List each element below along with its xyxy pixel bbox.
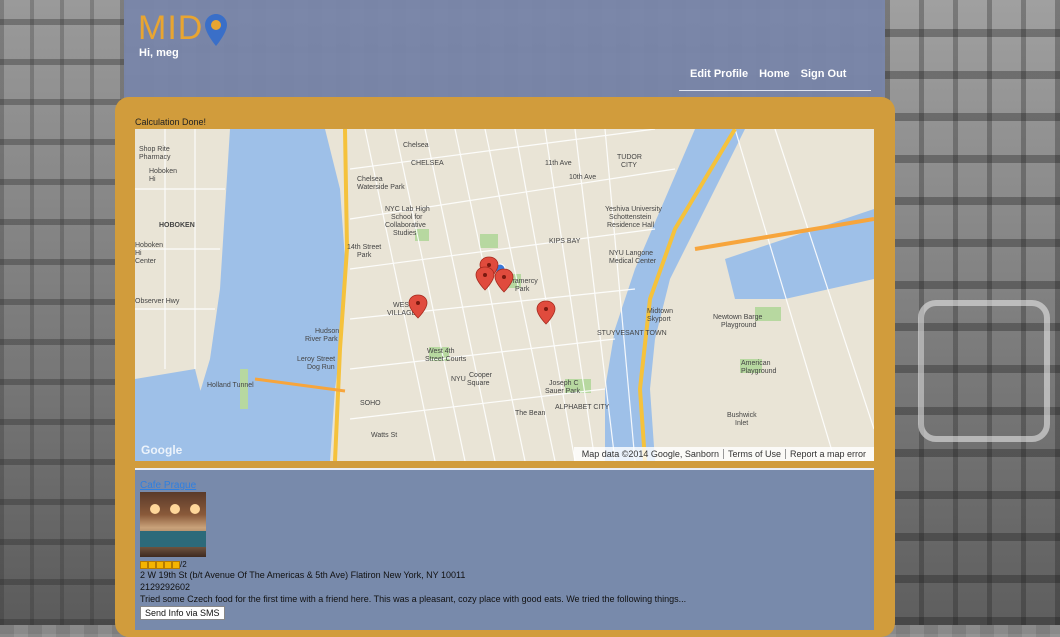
svg-text:School for: School for [391, 214, 423, 221]
send-sms-button[interactable]: Send Info via SMS [140, 606, 225, 620]
rating: /2 [140, 560, 187, 569]
map-pin-icon [205, 14, 228, 46]
svg-text:Newtown Barge: Newtown Barge [713, 314, 763, 321]
svg-text:The Bean: The Bean [515, 410, 545, 417]
svg-text:10th Ave: 10th Ave [569, 174, 596, 181]
header: MID Hi, meg Edit Profile Home Sign Out [124, 0, 885, 100]
svg-text:Park: Park [357, 252, 372, 259]
svg-text:Hudson: Hudson [315, 328, 339, 335]
svg-text:CITY: CITY [621, 162, 637, 169]
svg-text:NYU Langone: NYU Langone [609, 250, 653, 257]
svg-text:Residence Hall: Residence Hall [607, 222, 655, 229]
svg-text:Studies: Studies [393, 230, 417, 237]
nav-edit-profile[interactable]: Edit Profile [690, 68, 748, 90]
map-footer: Map data ©2014 Google, Sanborn Terms of … [573, 447, 874, 461]
map-canvas[interactable]: Chelsea CHELSEA Chelsea Waterside Park N… [135, 129, 874, 461]
svg-text:Playground: Playground [741, 368, 777, 375]
svg-text:Inlet: Inlet [735, 420, 748, 427]
svg-text:Dog Run: Dog Run [307, 364, 335, 371]
star-icon [172, 560, 180, 569]
svg-text:Holland Tunnel: Holland Tunnel [207, 382, 254, 389]
svg-text:Playground: Playground [721, 322, 757, 329]
map-attribution: Map data ©2014 Google, Sanborn [581, 449, 719, 459]
svg-text:NYC Lab High: NYC Lab High [385, 206, 430, 213]
map[interactable]: Chelsea CHELSEA Chelsea Waterside Park N… [135, 129, 874, 461]
svg-text:ALPHABET CITY: ALPHABET CITY [555, 404, 610, 411]
greeting: Hi, meg [139, 47, 179, 59]
svg-text:KIPS BAY: KIPS BAY [549, 238, 581, 245]
svg-text:American: American [741, 360, 771, 367]
svg-text:Cooper: Cooper [469, 372, 493, 379]
nav-sign-out[interactable]: Sign Out [801, 68, 847, 90]
restaurant-description: Tried some Czech food for the first time… [140, 594, 687, 604]
svg-text:Leroy Street: Leroy Street [297, 356, 335, 363]
star-icon [164, 560, 172, 569]
svg-text:Sauer Park: Sauer Park [545, 388, 581, 395]
svg-text:Hoboken: Hoboken [135, 242, 163, 249]
report-error-link[interactable]: Report a map error [784, 449, 870, 459]
svg-text:SOHO: SOHO [360, 400, 381, 407]
status-text: Calculation Done! [135, 117, 207, 127]
svg-text:Street Courts: Street Courts [425, 356, 467, 363]
terms-link[interactable]: Terms of Use [722, 449, 785, 459]
svg-text:Skyport: Skyport [647, 316, 671, 323]
top-nav: Edit Profile Home Sign Out [679, 68, 871, 91]
svg-text:Schottenstein: Schottenstein [609, 214, 652, 221]
main-panel: Calculation Done! Chelsea CHELSEA Chelse… [115, 97, 895, 637]
svg-text:Center: Center [135, 258, 157, 265]
logo[interactable]: MID [138, 8, 228, 48]
svg-text:Yeshiva University: Yeshiva University [605, 206, 662, 213]
svg-text:Pharmacy: Pharmacy [139, 154, 171, 161]
restaurant-name-link[interactable]: Cafe Prague [140, 480, 196, 491]
svg-text:Chelsea: Chelsea [357, 176, 383, 183]
svg-text:STUYVESANT TOWN: STUYVESANT TOWN [597, 330, 667, 337]
svg-text:Park: Park [515, 286, 530, 293]
svg-text:Observer Hwy: Observer Hwy [135, 298, 180, 305]
svg-text:Waterside Park: Waterside Park [357, 184, 405, 191]
svg-text:Shop Rite: Shop Rite [139, 146, 170, 153]
svg-text:Hoboken: Hoboken [149, 168, 177, 175]
svg-text:11th Ave: 11th Ave [545, 160, 572, 167]
logo-text: MID [138, 9, 204, 47]
svg-text:Medical Center: Medical Center [609, 258, 657, 265]
svg-text:CHELSEA: CHELSEA [411, 160, 444, 167]
svg-text:Midtown: Midtown [647, 308, 673, 315]
svg-text:Watts St: Watts St [371, 432, 397, 439]
star-icon [148, 560, 156, 569]
svg-text:Collaborative: Collaborative [385, 222, 426, 229]
star-icon [156, 560, 164, 569]
background-left [0, 0, 124, 625]
svg-text:Square: Square [467, 380, 490, 387]
background-right [885, 0, 1060, 625]
svg-text:14th Street: 14th Street [347, 244, 381, 251]
svg-text:Hi: Hi [135, 250, 142, 257]
restaurant-photo[interactable] [140, 492, 206, 557]
result-card: Cafe Prague /2 2 W 19th St (b/t Avenue O… [135, 468, 874, 630]
svg-text:Bushwick: Bushwick [727, 412, 757, 419]
star-icon [140, 560, 148, 569]
svg-text:West 4th: West 4th [427, 348, 455, 355]
svg-text:River Park: River Park [305, 336, 338, 343]
svg-text:Chelsea: Chelsea [403, 142, 429, 149]
svg-text:HOBOKEN: HOBOKEN [159, 222, 195, 229]
svg-text:Joseph C: Joseph C [549, 380, 579, 387]
restaurant-phone: 2129292602 [140, 582, 191, 592]
nav-home[interactable]: Home [759, 68, 790, 90]
restaurant-address: 2 W 19th St (b/t Avenue Of The Americas … [140, 570, 466, 580]
rating-text: /2 [180, 560, 187, 569]
svg-text:Hi: Hi [149, 176, 156, 183]
google-logo: Google [141, 443, 183, 457]
svg-text:NYU: NYU [451, 376, 466, 383]
background-sign [918, 300, 1050, 442]
svg-text:TUDOR: TUDOR [617, 154, 642, 161]
